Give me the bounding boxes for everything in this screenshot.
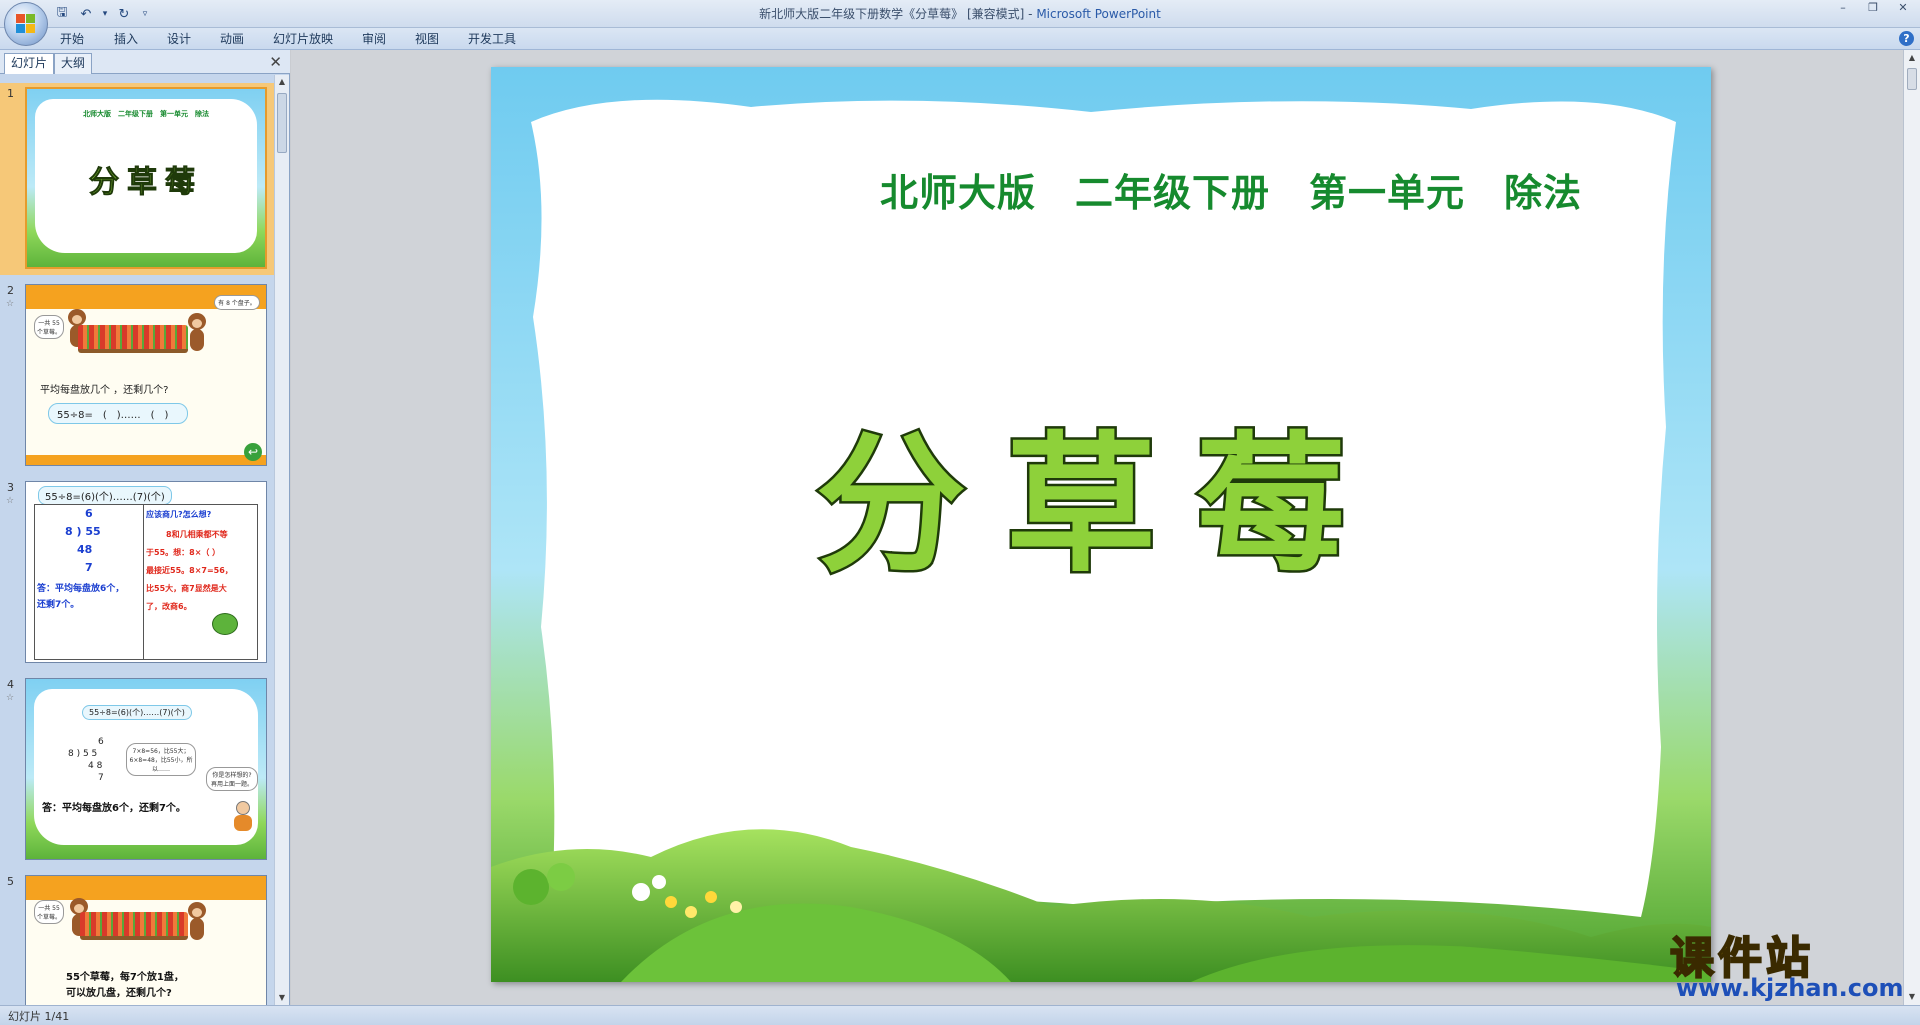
tab-slide-show[interactable]: 幻灯片放映 xyxy=(273,30,333,48)
window-controls: – ❐ ✕ xyxy=(1828,0,1918,18)
animation-star-icon: ☆ xyxy=(6,299,15,309)
slide-number: 3 xyxy=(7,481,14,494)
thumb-bubble-left: 一共 55 个草莓。 xyxy=(34,315,64,339)
scroll-up-icon[interactable]: ▲ xyxy=(1904,50,1920,66)
monkey-icon xyxy=(186,313,208,353)
thumb-division: 8 ) 5 5 xyxy=(68,749,98,759)
tab-animations[interactable]: 动画 xyxy=(220,30,244,48)
thumb-division: 7 xyxy=(98,773,104,783)
thumb-cell: 了，改商6。 xyxy=(146,602,192,611)
workspace-scrollbar[interactable]: ▲ ▼ xyxy=(1903,50,1920,1005)
minimize-button[interactable]: – xyxy=(1828,0,1858,18)
thumb-cell: 8 ) 55 xyxy=(65,525,101,538)
app-name: Microsoft PowerPoint xyxy=(1036,7,1161,21)
animation-star-icon: ☆ xyxy=(6,496,15,506)
thumb-cell: 比55大，商7显然是大 xyxy=(146,584,227,593)
scrollbar-thumb[interactable] xyxy=(277,93,287,153)
thumb-question: 平均每盘放几个 ，还剩几个? xyxy=(40,385,169,396)
slide-subtitle[interactable]: 北师大版 二年级下册 第一单元 除法 xyxy=(831,162,1631,217)
thumb-header: 55÷8=(6)(个)……(7)(个) xyxy=(38,486,172,505)
back-arrow-icon: ↩ xyxy=(244,443,262,461)
thumb-cell: 还剩7个。 xyxy=(37,600,80,610)
thumbnail-image: 一共 55 个草莓。 有 8 个盘子。 平均每盘放几个 ，还剩几个? 55÷8=… xyxy=(25,284,267,466)
work-column: 6 8 ) 55 48 7 答：平均每盘放6个， 还剩7个。 xyxy=(34,504,144,660)
thumb-cell: 最接近55。8×7=56， xyxy=(146,566,233,575)
slide-number: 4 xyxy=(7,678,14,691)
thumb-cell: 应该商几?怎么想? xyxy=(146,510,212,519)
status-bar: 幻灯片 1/41 xyxy=(0,1005,1920,1025)
slide-number: 2 xyxy=(7,284,14,297)
thumb-cell: 于55。想：8×（ ） xyxy=(146,548,221,557)
thumb-text: 可以放几盘，还剩几个? xyxy=(66,988,172,999)
title-bar: 🖫 ↶ ▾ ↻ ▿ 新北师大版二年级下册数学《分草莓》 [兼容模式] - Mic… xyxy=(0,0,1920,28)
thumb-answer: 答：平均每盘放6个，还剩7个。 xyxy=(42,803,186,814)
slide-thumbnail-5[interactable]: 5 一共 55 个草莓。 55个草莓，每7个放1盘， 可以放几盘，还剩几个? xyxy=(0,871,275,1005)
thumb-text: 55个草莓，每7个放1盘， xyxy=(66,972,184,983)
office-logo-icon xyxy=(16,14,36,34)
thumb-cell: 6 xyxy=(85,507,93,520)
thumbnail-image: 北师大版 二年级下册 第一单元 除法 分草莓 xyxy=(25,87,267,269)
tab-view[interactable]: 视图 xyxy=(415,30,439,48)
ribbon-tabs: 开始 插入 设计 动画 幻灯片放映 审阅 视图 开发工具 ? xyxy=(0,28,1920,50)
tab-home[interactable]: 开始 xyxy=(60,30,84,48)
thumb-subtitle: 北师大版 二年级下册 第一单元 除法 xyxy=(83,110,209,118)
teacher-icon xyxy=(232,801,254,831)
pane-tabs: 幻灯片 大纲 ✕ xyxy=(0,50,290,74)
close-pane-icon[interactable]: ✕ xyxy=(269,53,282,71)
thumb-cell: 8和几相乘都不等 xyxy=(166,530,228,539)
tab-slides[interactable]: 幻灯片 xyxy=(4,53,55,74)
thumb-division: 4 8 xyxy=(88,761,103,771)
thumbnail-image: 55÷8=(6)(个)……(7)(个) 6 8 ) 5 5 4 8 7 7×8=… xyxy=(25,678,267,860)
watermark: 课件站 www.kjzhan.com xyxy=(1662,922,1904,1002)
slide-title-text: 分草莓 xyxy=(816,417,1386,593)
tab-outline[interactable]: 大纲 xyxy=(54,53,93,74)
thumb-title: 分草莓 xyxy=(89,165,203,201)
slide-thumbnail-3[interactable]: 3 ☆ 55÷8=(6)(个)……(7)(个) 6 8 ) 55 48 7 答：… xyxy=(0,477,275,669)
slide-thumbnail-1[interactable]: 1 北师大版 二年级下册 第一单元 除法 分草莓 xyxy=(0,83,275,275)
close-button[interactable]: ✕ xyxy=(1888,0,1918,18)
thumb-cell: 7 xyxy=(85,561,93,574)
thumbnail-list: 1 北师大版 二年级下册 第一单元 除法 分草莓 2 ☆ 一共 55 个草莓。 … xyxy=(0,75,275,1005)
document-title: 新北师大版二年级下册数学《分草莓》 [兼容模式] - xyxy=(759,7,1037,21)
slide-title[interactable]: 分草莓 xyxy=(781,407,1421,607)
pane-scrollbar[interactable]: ▲ ▼ xyxy=(274,75,289,1005)
tab-review[interactable]: 审阅 xyxy=(362,30,386,48)
thumbnail-image: 55÷8=(6)(个)……(7)(个) 6 8 ) 55 48 7 答：平均每盘… xyxy=(25,481,267,663)
scroll-down-icon[interactable]: ▼ xyxy=(1904,989,1920,1005)
thumb-division: 6 xyxy=(98,737,104,747)
tab-design[interactable]: 设计 xyxy=(167,30,191,48)
explain-column: 应该商几?怎么想? 8和几相乘都不等 于55。想：8×（ ） 最接近55。8×7… xyxy=(144,504,258,660)
help-icon[interactable]: ? xyxy=(1899,31,1914,46)
thumb-cell: 48 xyxy=(77,543,93,556)
animation-star-icon: ☆ xyxy=(6,693,15,703)
watermark-url: www.kjzhan.com xyxy=(1676,974,1904,1002)
thumb-header: 55÷8=(6)(个)……(7)(个) xyxy=(82,705,192,720)
slide-indicator: 幻灯片 1/41 xyxy=(8,1010,70,1023)
thumb-bubble-left: 一共 55 个草莓。 xyxy=(34,900,64,924)
thumb-bubble-left: 7×8=56，比55大；6×8=48，比55小，所以…… xyxy=(126,743,196,776)
monkey-icon xyxy=(186,902,208,942)
thumb-bubble-right: 有 8 个盘子。 xyxy=(214,295,260,310)
thumb-cell: 答：平均每盘放6个， xyxy=(37,584,125,594)
thumb-equation: 55÷8= ( )…… ( ) xyxy=(48,403,188,424)
thumbnail-image: 一共 55 个草莓。 55个草莓，每7个放1盘， 可以放几盘，还剩几个? xyxy=(25,875,267,1005)
tab-insert[interactable]: 插入 xyxy=(114,30,138,48)
slide-thumbnail-2[interactable]: 2 ☆ 一共 55 个草莓。 有 8 个盘子。 平均每盘放几个 ，还剩几个? 5… xyxy=(0,280,275,472)
restore-button[interactable]: ❐ xyxy=(1858,0,1888,18)
strawberry-table-icon xyxy=(80,912,188,940)
scroll-up-icon[interactable]: ▲ xyxy=(275,75,289,89)
tab-developer[interactable]: 开发工具 xyxy=(468,30,516,48)
slide-number: 5 xyxy=(7,875,14,888)
frog-icon xyxy=(212,613,238,635)
window-title: 新北师大版二年级下册数学《分草莓》 [兼容模式] - Microsoft Pow… xyxy=(0,5,1920,22)
office-button[interactable] xyxy=(4,2,48,46)
scrollbar-thumb[interactable] xyxy=(1907,68,1917,90)
scroll-down-icon[interactable]: ▼ xyxy=(275,991,289,1005)
thumb-bubble-right: 你是怎样想的? 再用上面一题。 xyxy=(206,767,258,791)
slide-thumbnail-4[interactable]: 4 ☆ 55÷8=(6)(个)……(7)(个) 6 8 ) 5 5 4 8 7 … xyxy=(0,674,275,866)
slides-pane: 幻灯片 大纲 ✕ 1 北师大版 二年级下册 第一单元 除法 分草莓 2 ☆ 一共… xyxy=(0,50,290,1005)
strawberry-table-icon xyxy=(78,325,188,353)
main-slide[interactable]: 北师大版 二年级下册 第一单元 除法 分草莓 xyxy=(491,67,1711,982)
slide-number: 1 xyxy=(7,87,14,100)
